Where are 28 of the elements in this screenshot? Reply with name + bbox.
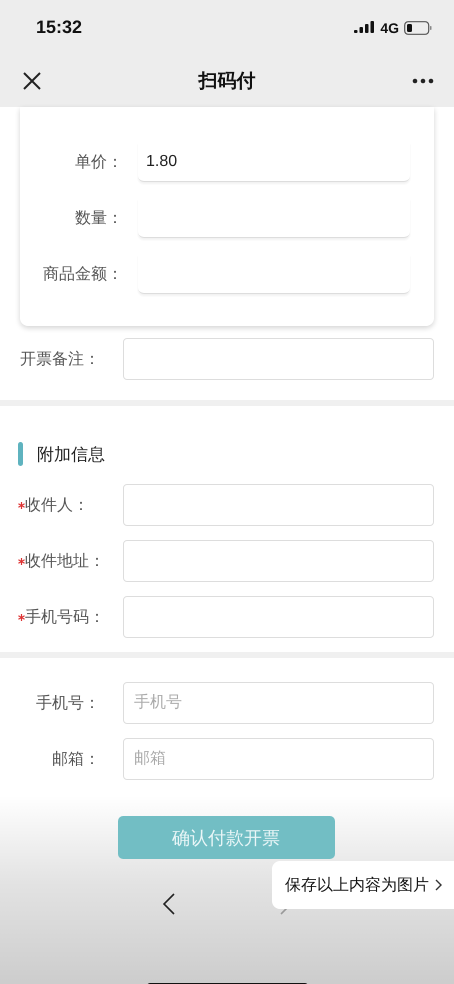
input-field[interactable] [123,540,434,582]
section-title: 附加信息 [37,444,105,466]
page-title: 扫码付 [198,70,256,94]
input-field[interactable]: 1.80 [138,142,410,182]
field-label: 收件地址： [25,552,105,572]
battery-icon [404,20,432,34]
close-icon[interactable] [22,71,42,91]
field-label: 数量： [74,208,123,228]
input-field[interactable] [123,338,434,380]
network-label: 4G [380,20,399,36]
input-field[interactable] [123,596,434,638]
field-label: 手机号码： [25,608,105,628]
back-icon[interactable] [162,893,174,915]
input-field[interactable]: 邮箱 [123,738,434,780]
field-label: 商品金额： [42,264,123,284]
chevron-right-icon [435,879,442,891]
section-marker [18,442,23,466]
field-label: 邮箱： [51,750,100,770]
save-image-popup[interactable]: 保存以上内容为图片 [272,861,454,909]
signal-icon [354,21,376,34]
input-field[interactable]: 手机号 [123,682,434,724]
field-label: 单价： [74,152,123,172]
field-label: 收件人： [25,496,89,516]
input-field[interactable] [123,484,434,526]
field-label: 手机号： [35,694,100,714]
more-icon[interactable] [412,78,434,84]
field-label: 开票备注： [19,350,100,370]
clock-time: 15:32 [36,17,82,38]
